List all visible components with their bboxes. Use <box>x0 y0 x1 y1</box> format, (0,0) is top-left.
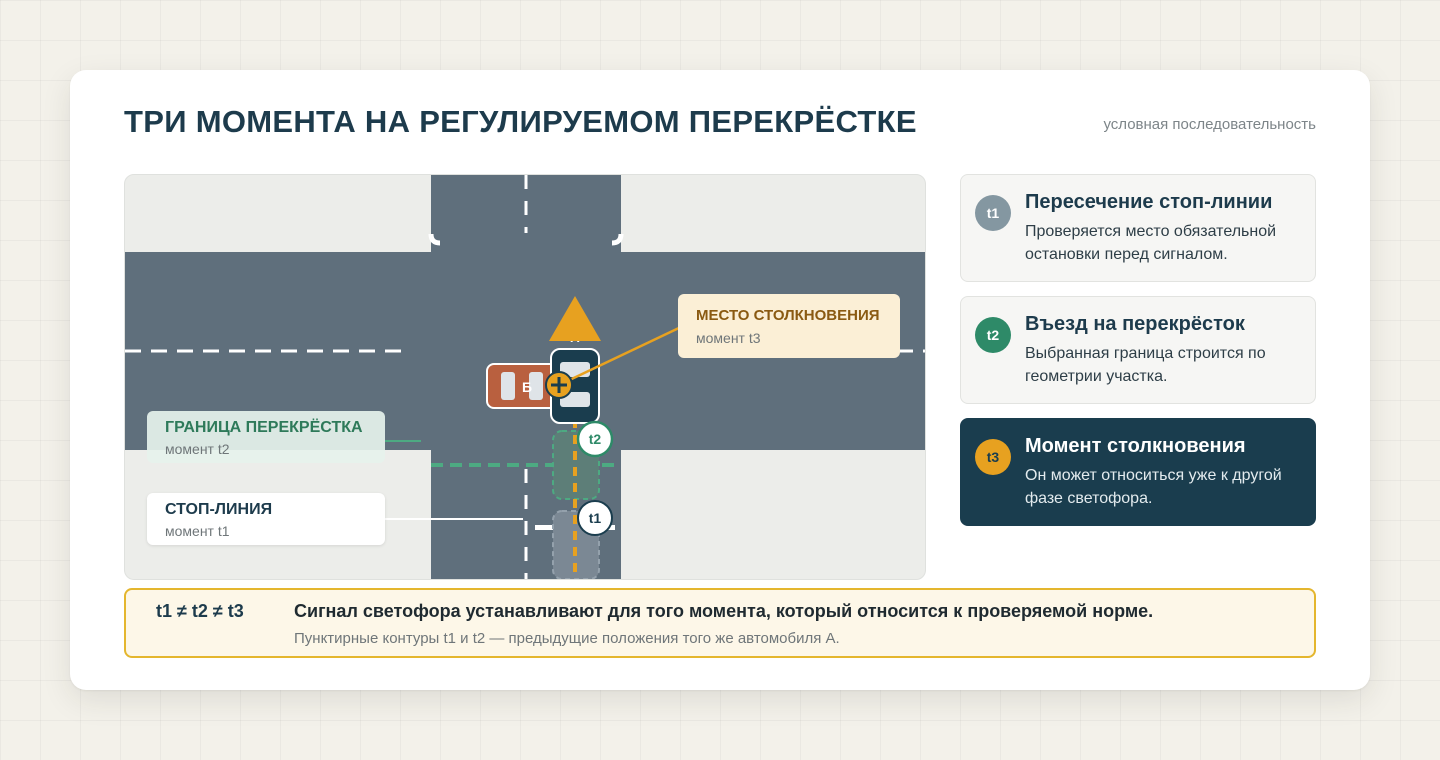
step-description: Он может относиться уже к другой фазе св… <box>1025 467 1282 507</box>
step-card-t2: t2 Въезд на перекрёсток Выбранная границ… <box>960 296 1316 404</box>
step-description: Проверяется место обязательной остановки… <box>1025 223 1277 263</box>
intersection-diagram: Б А t2 t1 МЕСТО СТОЛКНОВЕ <box>124 174 926 580</box>
step-number-badge: t2 <box>975 317 1011 353</box>
main-card: ТРИ МОМЕНТА НА РЕГУЛИРУЕМОМ ПЕРЕКРЁСТКЕ … <box>70 70 1370 690</box>
step-card-t1: t1 Пересечение стоп-линии Проверяется ме… <box>960 174 1316 282</box>
marker-t2-label: t2 <box>589 431 602 447</box>
page-title: ТРИ МОМЕНТА НА РЕГУЛИРУЕМОМ ПЕРЕКРЁСТКЕ <box>124 104 917 139</box>
step-number-badge: t1 <box>975 195 1011 231</box>
note-title: Сигнал светофора устанавливают для того … <box>294 601 1154 621</box>
callout-collision-sub: момент t3 <box>696 330 761 346</box>
callout-stop-title: СТОП-ЛИНИЯ <box>165 501 273 518</box>
callout-stop-sub: момент t1 <box>165 523 230 539</box>
car-b-window <box>501 372 515 400</box>
note-subtext: Пунктирные контуры t1 и t2 — предыдущие … <box>294 630 840 647</box>
callout-collision: МЕСТО СТОЛКНОВЕНИЯ момент t3 <box>678 294 900 358</box>
step-title: Момент столкновения <box>1025 435 1246 457</box>
callout-border-sub: момент t2 <box>165 441 230 457</box>
step-description: Выбранная граница строится по геометрии … <box>1025 345 1266 385</box>
step-card-t3: t3 Момент столкновения Он может относить… <box>960 418 1316 526</box>
summary-note: t1 ≠ t2 ≠ t3 Сигнал светофора устанавлив… <box>124 588 1316 658</box>
step-number-badge: t3 <box>975 439 1011 475</box>
callout-stop-line: СТОП-ЛИНИЯ момент t1 <box>147 493 385 545</box>
page-subtitle: условная последовательность <box>1103 116 1316 133</box>
step-title: Въезд на перекрёсток <box>1025 313 1245 335</box>
callout-collision-title: МЕСТО СТОЛКНОВЕНИЯ <box>696 307 880 324</box>
marker-t1-label: t1 <box>589 510 602 526</box>
note-formula: t1 ≠ t2 ≠ t3 <box>156 601 244 621</box>
step-title: Пересечение стоп-линии <box>1025 191 1273 213</box>
callout-border: ГРАНИЦА ПЕРЕКРЁСТКА момент t2 <box>147 411 385 463</box>
car-b-label: Б <box>522 379 532 395</box>
callout-border-title: ГРАНИЦА ПЕРЕКРЁСТКА <box>165 419 363 436</box>
